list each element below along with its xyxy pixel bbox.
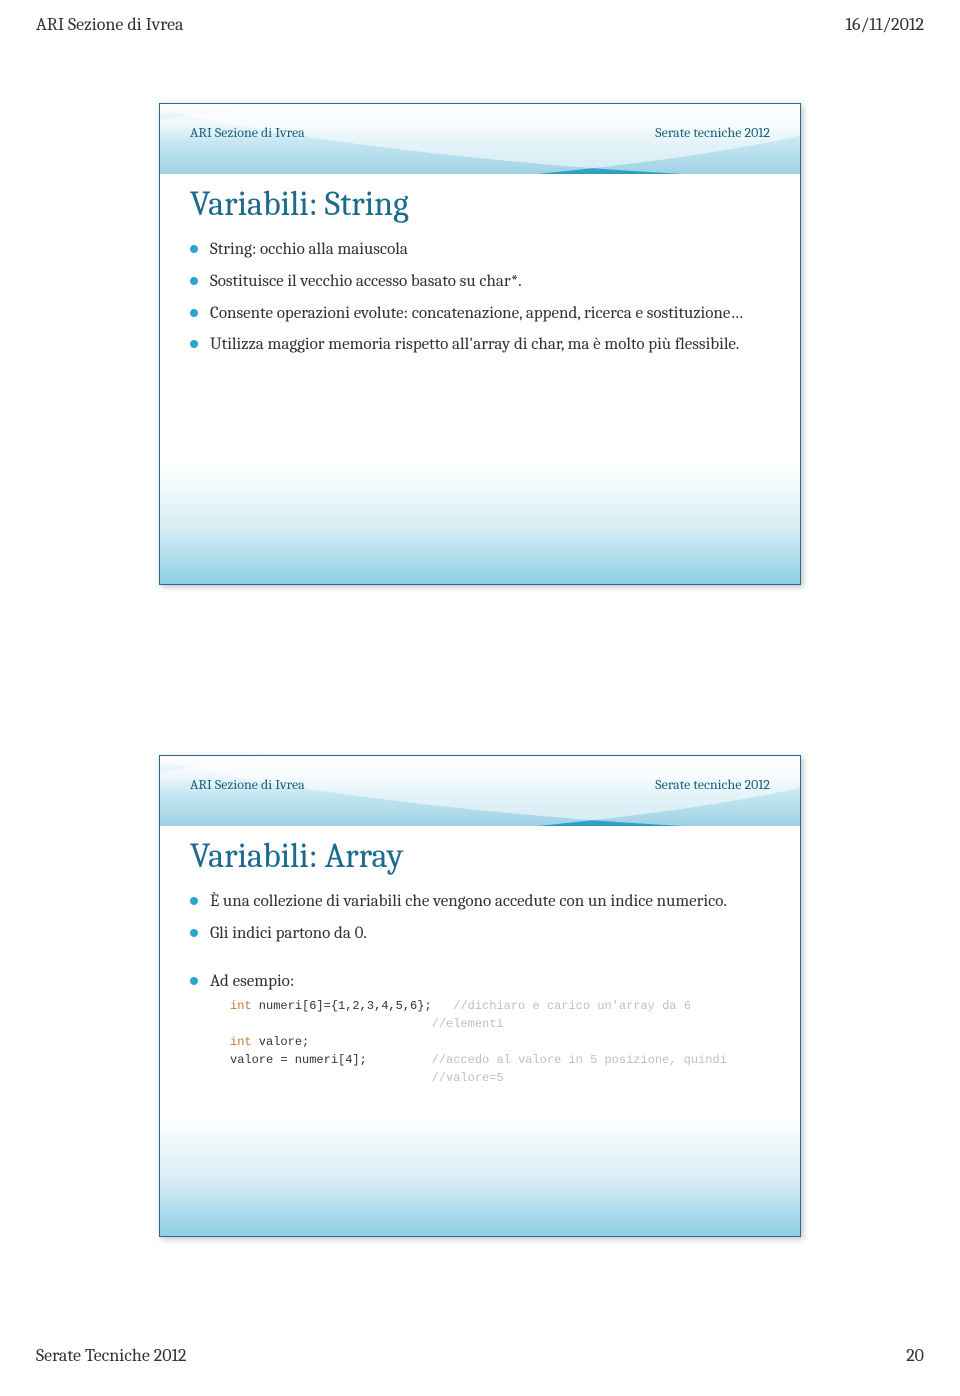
slide-header-graphic: ARI Sezione di Ivrea Serate tecniche 201… — [160, 756, 800, 826]
bullet-list: String: occhio alla maiuscola Sostituisc… — [190, 238, 770, 357]
bullet-item: Utilizza maggior memoria rispetto all'ar… — [190, 333, 770, 357]
footer-page-number: 20 — [906, 1345, 924, 1366]
code-comment: //valore=5 — [432, 1071, 504, 1085]
code-comment: //accedo al valore in 5 posizione, quind… — [432, 1053, 727, 1067]
slide-body: Variabili: String String: occhio alla ma… — [160, 174, 800, 357]
bullet-item: String: occhio alla maiuscola — [190, 238, 770, 262]
bullet-item: Sostituisce il vecchio accesso basato su… — [190, 270, 770, 294]
header-right: 16/11/2012 — [846, 14, 924, 35]
page: ARI Sezione di Ivrea 16/11/2012 ARI Sezi… — [0, 0, 960, 1396]
running-header: ARI Sezione di Ivrea 16/11/2012 — [0, 0, 960, 43]
code-comment: //dichiaro e carico un'array da 6 — [453, 999, 691, 1013]
running-footer: Serate Tecniche 2012 20 — [36, 1345, 924, 1366]
slide-array: ARI Sezione di Ivrea Serate tecniche 201… — [159, 755, 801, 1237]
bullet-list-example: Ad esempio: int numeri[6]={1,2,3,4,5,6};… — [190, 970, 770, 1088]
code-block: int numeri[6]={1,2,3,4,5,6}; //dichiaro … — [210, 997, 770, 1087]
slide-header-right: Serate tecniche 2012 — [655, 776, 770, 793]
slide-header-text: ARI Sezione di Ivrea Serate tecniche 201… — [190, 776, 770, 793]
slide-title: Variabili: String — [190, 184, 770, 224]
code-keyword: int — [230, 999, 252, 1013]
code-text: valore = numeri[4]; — [230, 1053, 432, 1067]
slide-header-left: ARI Sezione di Ivrea — [190, 124, 305, 141]
slide-header-text: ARI Sezione di Ivrea Serate tecniche 201… — [190, 124, 770, 141]
bullet-item: Consente operazioni evolute: concatenazi… — [190, 302, 770, 326]
slide-header-left: ARI Sezione di Ivrea — [190, 776, 305, 793]
slides-area: ARI Sezione di Ivrea Serate tecniche 201… — [0, 43, 960, 1237]
slide-header-right: Serate tecniche 2012 — [655, 124, 770, 141]
code-text: valore; — [252, 1035, 310, 1049]
bullet-list: È una collezione di variabili che vengon… — [190, 890, 770, 946]
slide-title: Variabili: Array — [190, 836, 770, 876]
bullet-item: È una collezione di variabili che vengon… — [190, 890, 770, 914]
code-keyword: int — [230, 1035, 252, 1049]
slide-string: ARI Sezione di Ivrea Serate tecniche 201… — [159, 103, 801, 585]
code-comment: //elementi — [432, 1017, 504, 1031]
bullet-item: Ad esempio: int numeri[6]={1,2,3,4,5,6};… — [190, 970, 770, 1088]
code-text: numeri[6]={1,2,3,4,5,6}; — [252, 999, 454, 1013]
slide-header-graphic: ARI Sezione di Ivrea Serate tecniche 201… — [160, 104, 800, 174]
slide-body: Variabili: Array È una collezione di var… — [160, 826, 800, 1087]
example-label: Ad esempio: — [210, 972, 294, 991]
bullet-item: Gli indici partono da 0. — [190, 922, 770, 946]
footer-left: Serate Tecniche 2012 — [36, 1345, 187, 1366]
header-left: ARI Sezione di Ivrea — [36, 14, 184, 35]
